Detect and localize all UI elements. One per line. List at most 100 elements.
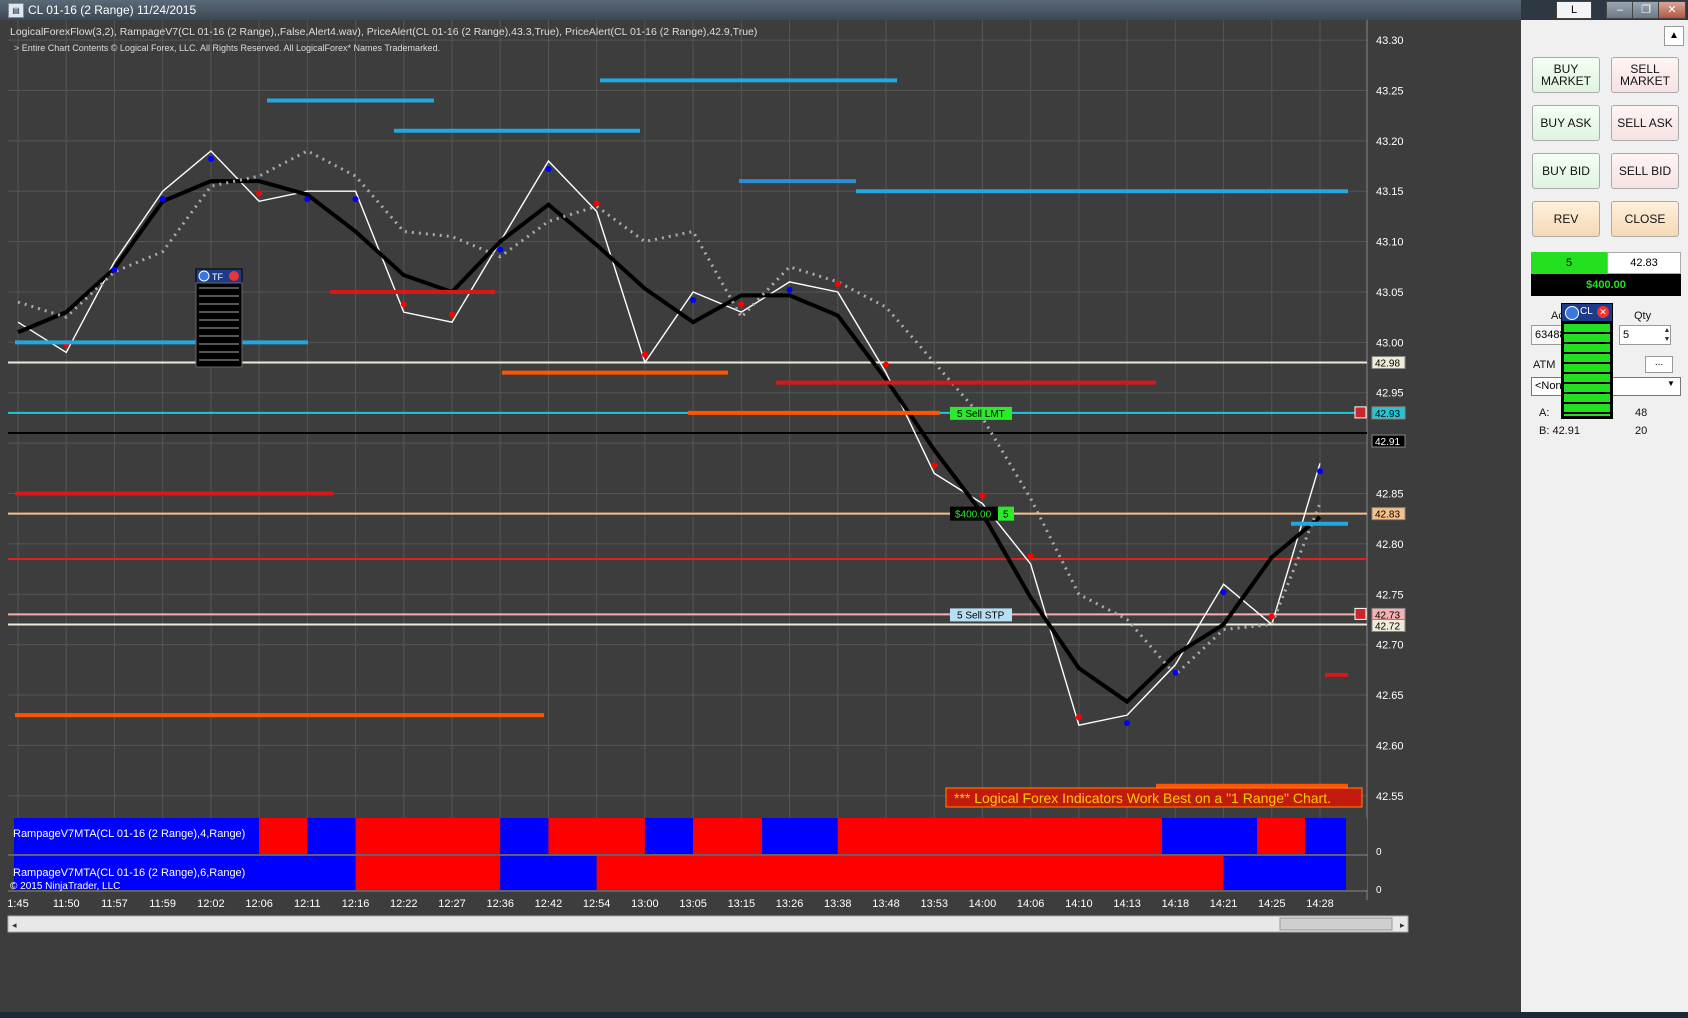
sell-ask-button[interactable]: SELL ASK <box>1611 105 1679 141</box>
mta4-segment <box>1162 818 1257 854</box>
copyright-notice: > Entire Chart Contents © Logical Forex,… <box>14 43 440 53</box>
y-tick-label: 43.00 <box>1376 337 1404 349</box>
bid-label: B: 42.91 <box>1539 425 1580 437</box>
scroll-left-icon[interactable]: ◂ <box>12 920 17 930</box>
x-tick-label: 13:48 <box>872 898 900 910</box>
x-tick-label: 12:36 <box>486 898 514 910</box>
y-tick-label: 42.70 <box>1376 640 1404 652</box>
close-position-button[interactable]: CLOSE <box>1611 201 1679 237</box>
sell-limit-label: 5 Sell LMT <box>957 409 1005 420</box>
taskbar-strip <box>0 1012 1688 1018</box>
close-icon[interactable] <box>229 271 239 281</box>
cl-widget-bars <box>1564 324 1610 416</box>
close-window-button[interactable]: ✕ <box>1658 1 1686 19</box>
up-dot <box>207 155 214 162</box>
mta-panel-4-zero: 0 <box>1376 847 1382 858</box>
reverse-button[interactable]: REV <box>1532 201 1600 237</box>
up-dot <box>1220 589 1227 596</box>
sell-bid-button[interactable]: SELL BID <box>1611 153 1679 189</box>
x-tick-label: 14:10 <box>1065 898 1093 910</box>
minimize-button[interactable]: – <box>1606 1 1634 19</box>
mta4-segment <box>837 818 1162 854</box>
y-tick-label: 42.75 <box>1376 589 1404 601</box>
up-dot <box>1172 669 1179 676</box>
buy-market-button[interactable]: BUY MARKET <box>1532 57 1600 93</box>
atm-label: ATM <box>1533 359 1556 371</box>
chart-trader-panel: ▲ BUY MARKET SELL MARKET BUY ASK SELL AS… <box>1521 20 1688 1012</box>
mta6-segment <box>500 856 597 890</box>
down-dot <box>449 311 455 318</box>
cancel-order-icon[interactable] <box>1354 406 1367 419</box>
scroll-right-icon[interactable]: ▸ <box>1400 920 1405 930</box>
position-qty-label: 5 <box>1003 510 1009 521</box>
cancel-order-icon[interactable] <box>1354 607 1367 620</box>
down-dot <box>256 190 263 197</box>
indicator-list: LogicalForexFlow(3,2), RampageV7(CL 01-1… <box>10 26 757 38</box>
mta4-segment <box>1305 818 1346 854</box>
down-dot <box>738 301 745 308</box>
mta4-segment <box>259 818 308 854</box>
x-tick-label: 13:38 <box>824 898 852 910</box>
banner-text: *** Logical Forex Indicators Work Best o… <box>954 790 1331 806</box>
x-tick-label: 14:13 <box>1113 898 1141 910</box>
sell-stop-label: 5 Sell STP <box>957 610 1005 621</box>
close-icon[interactable]: ✕ <box>1597 306 1609 318</box>
buy-ask-button[interactable]: BUY ASK <box>1532 105 1600 141</box>
window-controls: L – ❐ ✕ <box>1521 0 1688 20</box>
y-tick-label: 42.95 <box>1376 388 1404 400</box>
position-qty: 5 <box>1531 252 1607 274</box>
ninjatrader-copyright: © 2015 NinjaTrader, LLC <box>10 881 120 892</box>
price-marker-label: 42.98 <box>1375 359 1400 370</box>
unrealized-pnl: $400.00 <box>1531 274 1681 296</box>
horizontal-scrollbar[interactable] <box>7 915 1409 933</box>
globe-icon <box>198 270 210 282</box>
sell-market-button[interactable]: SELL MARKET <box>1611 57 1679 93</box>
up-dot <box>111 266 118 273</box>
price-marker-label: 42.72 <box>1375 621 1400 632</box>
maximize-button[interactable]: ❐ <box>1632 1 1660 19</box>
down-dot <box>1268 613 1275 620</box>
atm-more-button[interactable]: ... <box>1645 356 1673 373</box>
mta6-segment <box>355 856 501 890</box>
ask-size: 48 <box>1635 407 1648 419</box>
down-dot <box>400 301 407 308</box>
mta4-segment <box>762 818 838 854</box>
atm-dropdown-chevron-icon[interactable]: ▼ <box>1667 379 1675 388</box>
buy-bid-button[interactable]: BUY BID <box>1532 153 1600 189</box>
mta-panel-4-label: RampageV7MTA(CL 01-16 (2 Range),4,Range) <box>13 828 245 840</box>
collapse-chevron-icon[interactable]: ▲ <box>1664 26 1684 46</box>
y-tick-label: 42.65 <box>1376 690 1404 702</box>
x-tick-label: 12:42 <box>535 898 563 910</box>
y-tick-label: 43.10 <box>1376 237 1404 249</box>
cl-widget-label: CL <box>1580 306 1593 317</box>
x-tick-label: 14:00 <box>969 898 997 910</box>
x-tick-label: 11:59 <box>149 898 176 910</box>
scrollbar-thumb[interactable] <box>1279 917 1393 931</box>
position-pnl-label: $400.00 <box>955 510 992 521</box>
x-tick-label: 12:06 <box>245 898 273 910</box>
y-tick-label: 43.15 <box>1376 186 1404 198</box>
x-tick-label: 12:54 <box>583 898 611 910</box>
window-titlebar[interactable]: ▤ CL 01-16 (2 Range) 11/24/2015 <box>0 0 1521 20</box>
qty-spinner-icon[interactable]: ▲ ▼ <box>1661 326 1673 344</box>
down-dot <box>641 351 648 358</box>
y-tick-label: 43.20 <box>1376 136 1404 148</box>
chart-window-icon: ▤ <box>8 3 24 18</box>
x-tick-label: 12:22 <box>390 898 418 910</box>
down-dot <box>931 462 938 469</box>
x-tick-label: 12:27 <box>438 898 466 910</box>
down-dot <box>593 200 600 207</box>
x-tick-label: 13:26 <box>776 898 804 910</box>
position-avg-price: 42.83 <box>1607 252 1681 274</box>
price-chart[interactable]: 43.30 43.25 43.20 43.15 43.10 43.05 43.00 42.95… <box>0 20 1521 1012</box>
cl-widget-header[interactable]: CL ✕ <box>1561 303 1613 323</box>
x-tick-label: 12:02 <box>197 898 225 910</box>
x-tick-label: 14:18 <box>1162 898 1190 910</box>
window-title: CL 01-16 (2 Range) 11/24/2015 <box>28 3 197 17</box>
price-marker-label: 42.91 <box>1375 437 1400 448</box>
plot-background <box>8 20 1367 820</box>
link-button[interactable]: L <box>1556 1 1592 19</box>
mta4-segment <box>1257 818 1305 854</box>
chart-area[interactable]: 43.30 43.25 43.20 43.15 43.10 43.05 43.00 42.95… <box>0 20 1521 1012</box>
up-dot <box>1317 468 1323 475</box>
